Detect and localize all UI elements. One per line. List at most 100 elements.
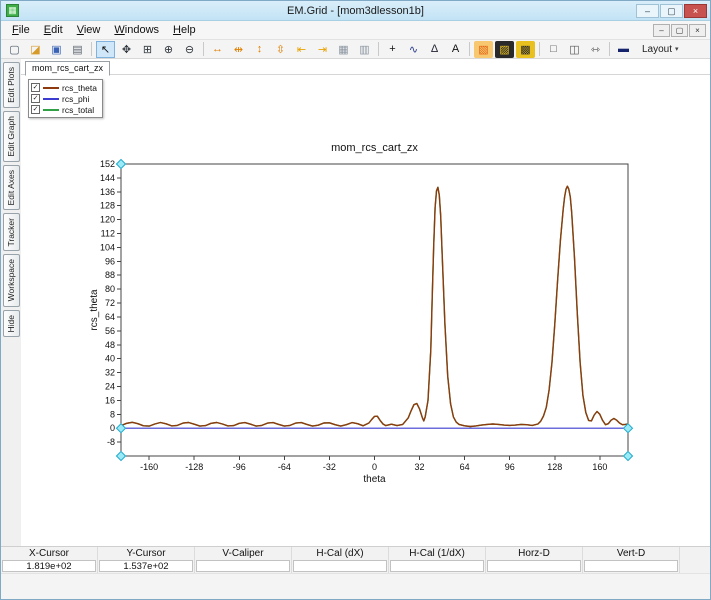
status-filler [680, 559, 710, 573]
legend-checkbox-rcs-total[interactable]: ✓ [31, 105, 40, 114]
sidebar-tab-edit-graph[interactable]: Edit Graph [3, 111, 20, 162]
tracker-tool[interactable]: ∿ [404, 41, 423, 58]
mdi-window-buttons: – ▢ × [652, 24, 706, 37]
crosshair-tool[interactable]: + [383, 41, 402, 58]
main-area: Edit Plots Edit Graph Edit Axes Tracker Work… [1, 59, 710, 546]
selection-handle[interactable] [116, 159, 125, 168]
sidebar-tab-tracker[interactable]: Tracker [3, 213, 20, 252]
axes-frame-button[interactable]: ◫ [565, 41, 584, 58]
status-header-h-cal-1-dx: H-Cal (1/dX) [389, 547, 486, 559]
legend-checkbox-rcs-phi[interactable]: ✓ [31, 94, 40, 103]
menu-windows[interactable]: Windows [107, 22, 166, 38]
sidebar-tabs: Edit Plots Edit Graph Edit Axes Tracker Work… [1, 59, 21, 546]
autoscale-y-button[interactable]: ⇥ [313, 41, 332, 58]
span-button[interactable]: ⇿ [586, 41, 605, 58]
open-button[interactable]: ◪ [26, 41, 45, 58]
data-table-button[interactable]: ▥ [355, 41, 374, 58]
status-value-vert-d [584, 560, 678, 572]
new-button[interactable]: ▢ [5, 41, 24, 58]
zoom-in-icon: ⊕ [164, 43, 173, 56]
selection-handle[interactable] [623, 451, 632, 460]
maximize-button[interactable]: ▢ [660, 4, 683, 18]
status-cell-horz-d [486, 559, 583, 573]
pan-icon: ✥ [122, 43, 131, 56]
app-window: ▦ EM.Grid - [mom3dlesson1b] – ▢ × FileEd… [0, 0, 711, 600]
y-tick-label: 56 [105, 326, 115, 336]
series-rcs_total[interactable] [121, 186, 628, 426]
window-bottom-frame [1, 573, 710, 599]
sidebar-tab-label: Workspace [6, 259, 16, 301]
status-cell-h-cal-1-dx [389, 559, 486, 573]
save-button[interactable]: ▣ [47, 41, 66, 58]
menu-bar: FileEditViewWindowsHelp – ▢ × [1, 21, 710, 40]
legend-row-rcs-phi: ✓rcs_phi [31, 93, 97, 104]
status-header-y-cursor: Y-Cursor [98, 547, 195, 559]
compress-x-button[interactable]: ⇹ [229, 41, 248, 58]
menu-view[interactable]: View [70, 22, 108, 38]
title-bar: ▦ EM.Grid - [mom3dlesson1b] – ▢ × [1, 1, 710, 21]
autoscale-x-button[interactable]: ⇤ [292, 41, 311, 58]
mdi-restore-button[interactable]: ▢ [671, 24, 688, 37]
close-button[interactable]: × [684, 4, 707, 18]
x-tick-label: -128 [185, 462, 203, 472]
menu-help[interactable]: Help [166, 22, 203, 38]
x-tick-label: 32 [415, 462, 425, 472]
expand-x-button[interactable]: ↔ [208, 41, 227, 58]
colormap-button[interactable]: ▧ [474, 41, 493, 58]
zoom-in-tool[interactable]: ⊕ [159, 41, 178, 58]
frame-button[interactable]: □ [544, 41, 563, 58]
sidebar-tab-edit-axes[interactable]: Edit Axes [3, 165, 20, 210]
window-title: EM.Grid - [mom3dlesson1b] [1, 5, 710, 17]
status-header-horz-d: Horz-D [486, 547, 583, 559]
y-tick-label: 152 [100, 159, 115, 169]
caliper-tool[interactable]: Δ [425, 41, 444, 58]
pattern-light-button[interactable]: ▩ [516, 41, 535, 58]
sidebar-tab-label: Edit Plots [6, 67, 16, 103]
pattern-dark-button[interactable]: ▨ [495, 41, 514, 58]
status-value-y-cursor: 1.537e+02 [99, 560, 193, 572]
y-tick-label: 96 [105, 256, 115, 266]
y-tick-label: 16 [105, 395, 115, 405]
compress-x-icon: ⇹ [234, 43, 243, 56]
mdi-close-button[interactable]: × [689, 24, 706, 37]
minimize-button[interactable]: – [636, 4, 659, 18]
zoom-out-tool[interactable]: ⊖ [180, 41, 199, 58]
document-tab[interactable]: mom_rcs_cart_zx [25, 61, 110, 76]
compress-y-icon: ⇳ [276, 43, 285, 56]
pan-tool[interactable]: ✥ [117, 41, 136, 58]
legend-checkbox-rcs-theta[interactable]: ✓ [31, 83, 40, 92]
y-tick-label: 24 [105, 381, 115, 391]
series-rcs_theta[interactable] [121, 186, 628, 426]
pattern-dark-icon: ▨ [499, 43, 509, 56]
print-button[interactable]: ▤ [68, 41, 87, 58]
status-bar-headers: X-CursorY-CursorV-CaliperH-Cal (dX)H-Cal… [1, 546, 710, 559]
legend-line-sample [43, 98, 59, 100]
compress-y-button[interactable]: ⇳ [271, 41, 290, 58]
status-cell-v-caliper [195, 559, 292, 573]
select-tool[interactable]: ↖ [96, 41, 115, 58]
text-tool[interactable]: A [446, 41, 465, 58]
sidebar-tab-workspace[interactable]: Workspace [3, 254, 20, 306]
chart-canvas[interactable]: mom_rcs_cart_zxthetarcs_theta-160-128-96… [21, 59, 710, 546]
sidebar-tab-edit-plots[interactable]: Edit Plots [3, 62, 20, 108]
x-tick-label: 64 [460, 462, 470, 472]
span-icon: ⇿ [591, 43, 600, 56]
sidebar-tab-label: Edit Axes [6, 170, 16, 205]
layout-dropdown[interactable]: Layout▾ [635, 41, 686, 58]
status-header-v-caliper: V-Caliper [195, 547, 292, 559]
y-tick-label: 40 [105, 354, 115, 364]
menu-file[interactable]: File [5, 22, 37, 38]
selection-handle[interactable] [116, 451, 125, 460]
mdi-minimize-button[interactable]: – [653, 24, 670, 37]
status-value-horz-d [487, 560, 581, 572]
app-icon: ▦ [6, 4, 19, 17]
legend-band-button[interactable]: ▬ [614, 41, 633, 58]
graph-properties-button[interactable]: ▦ [334, 41, 353, 58]
plot-legend: ✓rcs_theta✓rcs_phi✓rcs_total [28, 79, 103, 118]
status-filler [680, 547, 710, 559]
zoom-window-tool[interactable]: ⊞ [138, 41, 157, 58]
sidebar-tab-hide[interactable]: Hide [3, 310, 20, 337]
plot-border [121, 164, 628, 456]
expand-y-button[interactable]: ↕ [250, 41, 269, 58]
menu-edit[interactable]: Edit [37, 22, 70, 38]
